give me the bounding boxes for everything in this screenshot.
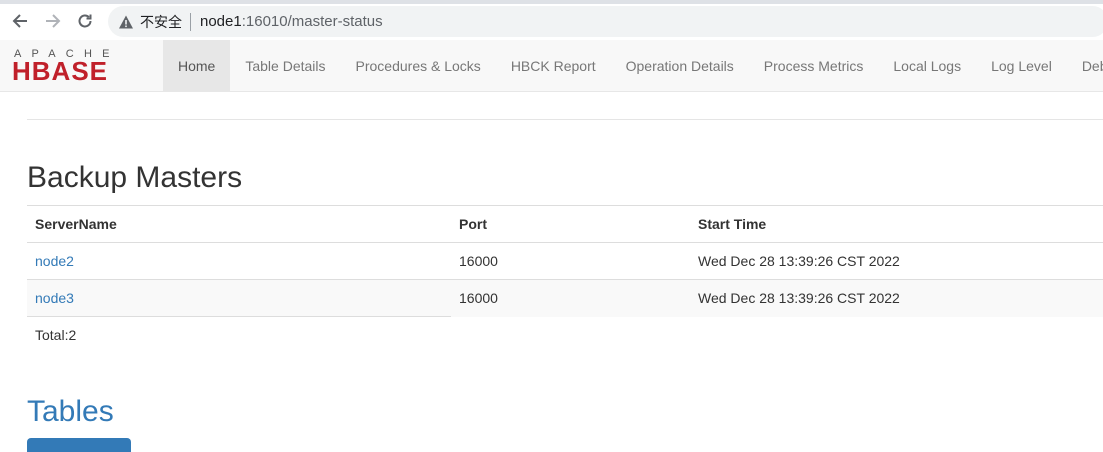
server-cell: node2 — [27, 242, 451, 280]
nav-tabs: Home Table Details Procedures & Locks HB… — [163, 40, 1103, 91]
empty-cell — [451, 316, 690, 353]
tables-tab-button[interactable] — [27, 438, 131, 452]
tabstrip-edge — [0, 0, 1103, 4]
table-row: node3 16000 Wed Dec 28 13:39:26 CST 2022 — [27, 279, 1103, 317]
backup-masters-heading: Backup Masters — [27, 161, 243, 194]
column-header-start-time: Start Time — [690, 205, 1103, 243]
tab-table-details[interactable]: Table Details — [230, 40, 340, 91]
hbase-navbar: APACHE HBASE Home Table Details Procedur… — [0, 40, 1103, 92]
empty-cell — [690, 316, 1103, 353]
port-cell: 16000 — [451, 279, 690, 317]
total-count: Total:2 — [27, 316, 451, 353]
total-row: Total:2 — [27, 316, 1103, 353]
tab-debug[interactable]: Deb — [1067, 40, 1103, 91]
url-path[interactable]: :16010/master-status — [242, 13, 383, 30]
start-time-cell: Wed Dec 28 13:39:26 CST 2022 — [690, 242, 1103, 280]
hbase-logo[interactable]: APACHE HBASE — [12, 48, 150, 86]
port-cell: 16000 — [451, 242, 690, 280]
security-label[interactable]: 不安全 — [140, 12, 182, 32]
address-bar[interactable]: 不安全 node1:16010/master-status — [108, 6, 1103, 37]
table-row: node2 16000 Wed Dec 28 13:39:26 CST 2022 — [27, 242, 1103, 280]
tab-procedures-locks[interactable]: Procedures & Locks — [341, 40, 496, 91]
forward-arrow-icon[interactable] — [43, 11, 63, 31]
tables-heading: Tables — [27, 395, 114, 428]
column-header-port: Port — [451, 205, 690, 243]
separator — [190, 12, 191, 31]
start-time-cell: Wed Dec 28 13:39:26 CST 2022 — [690, 279, 1103, 317]
url-host[interactable]: node1 — [200, 13, 242, 30]
server-link-node2[interactable]: node2 — [35, 253, 74, 269]
backup-masters-table: ServerName Port Start Time node2 16000 W… — [27, 205, 1103, 353]
browser-toolbar: 不安全 node1:16010/master-status — [0, 0, 1103, 40]
server-cell: node3 — [27, 279, 451, 317]
reload-icon[interactable] — [75, 11, 95, 31]
tab-hbck-report[interactable]: HBCK Report — [496, 40, 611, 91]
column-header-servername: ServerName — [27, 205, 451, 243]
tab-process-metrics[interactable]: Process Metrics — [749, 40, 879, 91]
table-header-row: ServerName Port Start Time — [27, 205, 1103, 243]
divider — [27, 119, 1103, 120]
tab-log-level[interactable]: Log Level — [976, 40, 1067, 91]
tab-local-logs[interactable]: Local Logs — [878, 40, 976, 91]
tab-operation-details[interactable]: Operation Details — [611, 40, 749, 91]
back-arrow-icon[interactable] — [10, 11, 30, 31]
warning-triangle-icon[interactable] — [118, 14, 134, 30]
server-link-node3[interactable]: node3 — [35, 290, 74, 306]
tab-home[interactable]: Home — [163, 40, 231, 91]
logo-hbase-text: HBASE — [12, 56, 109, 86]
